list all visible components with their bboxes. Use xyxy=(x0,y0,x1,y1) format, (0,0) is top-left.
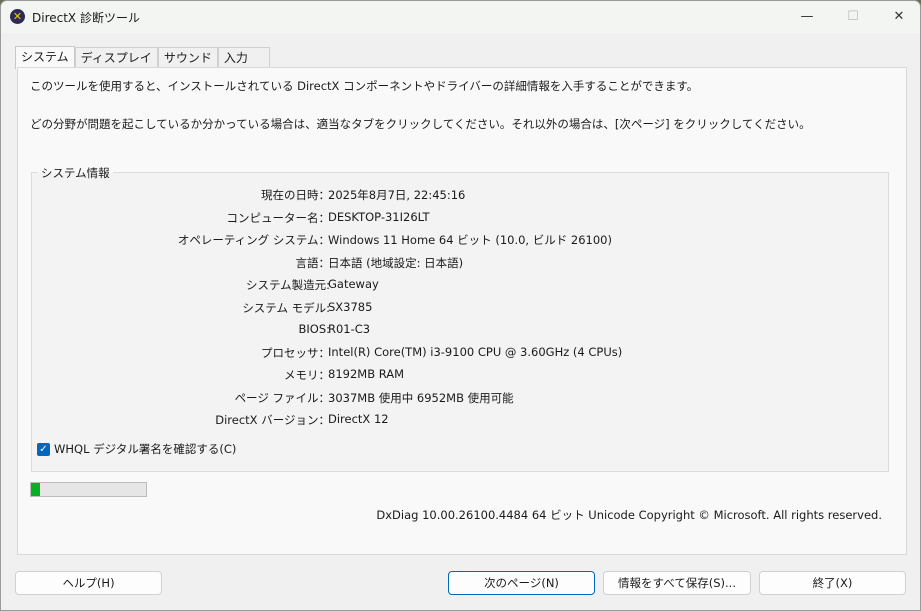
info-row: 言語： 日本語 (地域設定: 日本語) xyxy=(32,255,632,273)
info-label: システム モデル: xyxy=(242,300,330,315)
info-label: システム製造元: xyxy=(245,278,330,292)
info-label: プロセッサ： xyxy=(261,345,330,360)
info-value: 8192MB RAM xyxy=(328,367,405,381)
info-value: Intel(R) Core(TM) i3-9100 CPU @ 3.60GHz … xyxy=(328,344,623,359)
system-tab-panel: このツールを使用すると、インストールされている DirectX コンポーネントや… xyxy=(17,67,907,555)
checkmark-icon: ✓ xyxy=(37,442,50,456)
info-label: 現在の日時： xyxy=(261,188,330,202)
maximize-button[interactable]: ☐ xyxy=(833,5,873,29)
tab-bar: システム ディスプレイ サウンド 入力 xyxy=(15,46,270,69)
group-title: システム情報 xyxy=(38,165,113,181)
info-value: R01-C3 xyxy=(328,322,371,336)
info-label: メモリ： xyxy=(284,368,330,382)
info-label: DirectX バージョン： xyxy=(215,413,330,427)
info-value: DESKTOP-31I26LT xyxy=(328,209,430,224)
progress-fill xyxy=(31,483,41,496)
tab-system[interactable]: システム xyxy=(15,46,75,69)
info-row: システム モデル: SX3785 xyxy=(32,300,632,318)
progress-bar xyxy=(30,482,147,497)
version-copyright: DxDiag 10.00.26100.4484 64 ビット Unicode C… xyxy=(376,508,882,522)
info-row: BIOS: R01-C3 xyxy=(32,322,632,340)
title-bar: ✕ DirectX 診断ツール — ☐ ✕ xyxy=(1,1,920,33)
info-value: Windows 11 Home 64 ビット (10.0, ビルド 26100) xyxy=(328,233,612,247)
whql-checkbox[interactable]: ✓ WHQL デジタル署名を確認する(C) xyxy=(37,441,236,457)
info-label: BIOS: xyxy=(298,322,330,336)
info-row: メモリ： 8192MB RAM xyxy=(32,367,632,385)
instruction-text: どの分野が問題を起こしているか分かっている場合は、適当なタブをクリックしてくださ… xyxy=(30,117,811,131)
info-value: 3037MB 使用中 6952MB 使用可能 xyxy=(328,390,514,405)
info-row: ページ ファイル： 3037MB 使用中 6952MB 使用可能 xyxy=(32,390,632,408)
dxdiag-window: ✕ DirectX 診断ツール — ☐ ✕ システム ディスプレイ サウンド 入… xyxy=(0,0,921,611)
system-info-group: システム情報 現在の日時： 2025年8月7日, 22:45:16 コンピューター名… xyxy=(31,165,889,472)
info-value: Gateway xyxy=(328,277,379,291)
info-value: 2025年8月7日, 22:45:16 xyxy=(328,188,466,202)
info-row: システム製造元: Gateway xyxy=(32,277,632,295)
info-row: 現在の日時： 2025年8月7日, 22:45:16 xyxy=(32,187,632,205)
info-label: コンピューター名： xyxy=(226,210,331,225)
info-label: ページ ファイル： xyxy=(234,390,330,405)
help-button[interactable]: ヘルプ(H) xyxy=(15,571,162,595)
info-row: プロセッサ： Intel(R) Core(TM) i3-9100 CPU @ 3.… xyxy=(32,345,632,363)
info-row: オペレーティング システム： Windows 11 Home 64 ビット (10… xyxy=(32,232,632,250)
directx-app-icon: ✕ xyxy=(10,9,25,24)
info-row: DirectX バージョン： DirectX 12 xyxy=(32,412,632,430)
whql-label: WHQL デジタル署名を確認する(C) xyxy=(54,442,237,456)
tab-input[interactable]: 入力 xyxy=(217,47,270,68)
tab-display[interactable]: ディスプレイ xyxy=(74,47,158,68)
next-page-button[interactable]: 次のページ(N) xyxy=(448,571,595,595)
save-all-button[interactable]: 情報をすべて保存(S)... xyxy=(603,571,751,595)
minimize-button[interactable]: — xyxy=(787,5,827,29)
window-title: DirectX 診断ツール xyxy=(32,11,140,25)
close-button[interactable]: ✕ xyxy=(879,5,919,29)
tab-sound[interactable]: サウンド xyxy=(157,47,218,68)
exit-button[interactable]: 終了(X) xyxy=(759,571,906,595)
info-label: オペレーティング システム： xyxy=(177,233,330,247)
info-row: コンピューター名： DESKTOP-31I26LT xyxy=(32,210,632,228)
info-value: SX3785 xyxy=(328,299,373,314)
info-value: 日本語 (地域設定: 日本語) xyxy=(328,255,464,270)
info-value: DirectX 12 xyxy=(328,412,389,426)
info-label: 言語： xyxy=(295,255,331,270)
intro-text: このツールを使用すると、インストールされている DirectX コンポーネントや… xyxy=(30,79,699,93)
